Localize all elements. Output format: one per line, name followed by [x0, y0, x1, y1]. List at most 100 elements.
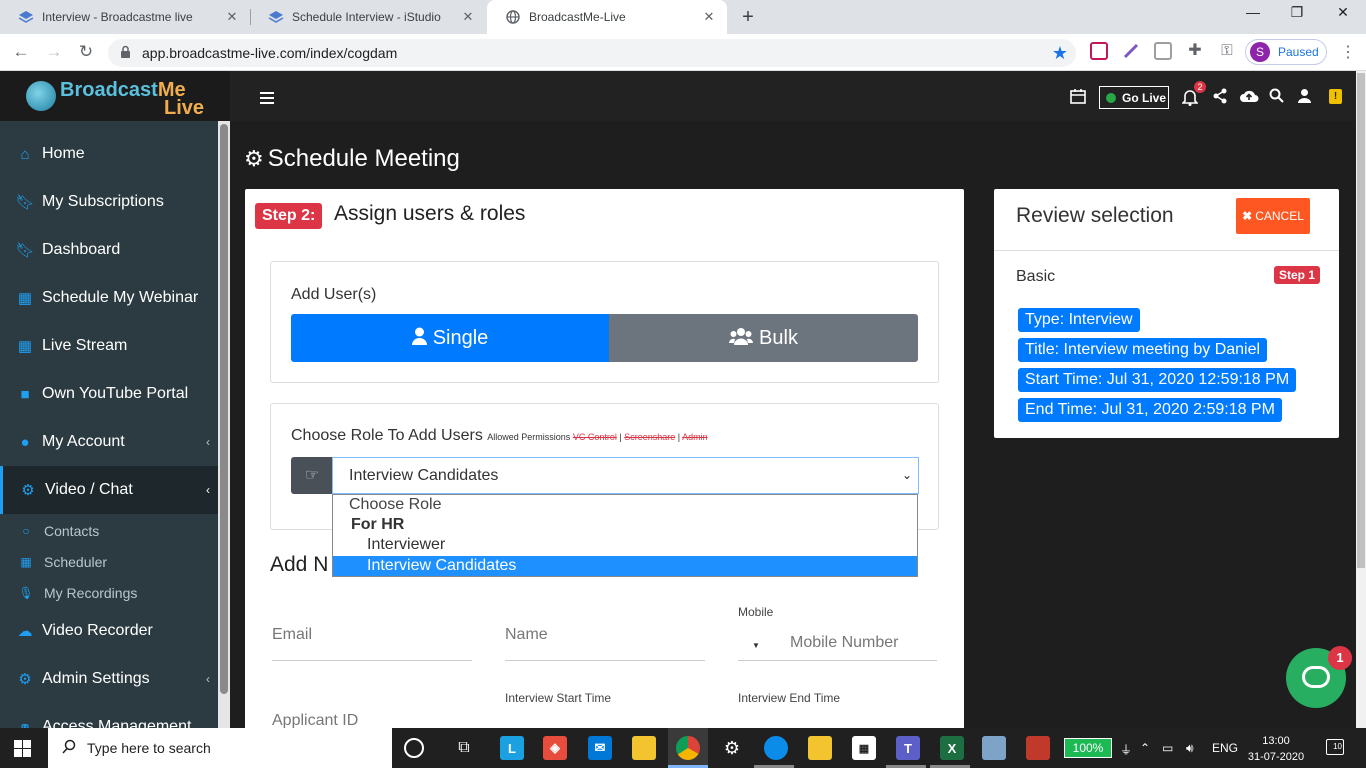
sidebar-item-own-youtube-portal[interactable]: ■ Own YouTube Portal — [0, 370, 218, 418]
browser-tab-interview[interactable]: Interview - Broadcastme live ✕ — [0, 0, 250, 34]
extension-shield-icon[interactable] — [1090, 42, 1108, 60]
taskbar-clock[interactable]: 13:00 31-07-2020 — [1246, 733, 1306, 765]
extension-pen-icon[interactable] — [1122, 42, 1140, 60]
gear-icon: ⚙ — [244, 146, 264, 171]
edge-icon[interactable] — [764, 736, 788, 760]
action-center-icon[interactable]: 10 — [1326, 739, 1344, 755]
sidebar-subitem-my-recordings[interactable]: 🎙︎ My Recordings — [0, 577, 218, 608]
bulk-users-button[interactable]: Bulk — [609, 314, 918, 362]
mail-icon[interactable]: ✉ — [588, 736, 612, 760]
forward-arrow-icon[interactable]: → — [43, 41, 65, 63]
role-select[interactable]: Interview Candidates ⌄ — [332, 457, 919, 494]
page-scrollbar-thumb[interactable] — [1357, 73, 1365, 568]
go-live-button[interactable]: Go Live — [1099, 86, 1169, 109]
email-field[interactable]: Email — [272, 626, 472, 661]
cloud-upload-icon[interactable] — [1239, 88, 1259, 109]
browser-menu-icon[interactable]: ⋮ — [1340, 42, 1356, 62]
app-logo[interactable]: BroadcastMe Live — [0, 71, 230, 121]
paint-icon[interactable] — [982, 736, 1006, 760]
battery-indicator[interactable]: 100% — [1064, 738, 1112, 758]
cortana-icon[interactable] — [404, 738, 424, 758]
role-option-placeholder[interactable]: Choose Role — [333, 495, 917, 515]
step1-badge[interactable]: Step 1 — [1274, 266, 1321, 284]
hamburger-menu-icon[interactable] — [260, 92, 274, 107]
address-bar[interactable]: app.broadcastme-live.com/index/cogdam ★ — [108, 39, 1076, 67]
browser-tab-bar: Interview - Broadcastme live ✕ Schedule … — [0, 0, 1366, 34]
sidebar-item-video-recorder[interactable]: ☁ Video Recorder — [0, 607, 218, 655]
windows-start-icon[interactable] — [14, 740, 31, 757]
minimize-icon[interactable]: — — [1238, 4, 1268, 20]
sidebar-subitem-label: Scheduler — [44, 553, 108, 570]
app-l-icon[interactable]: L — [500, 736, 524, 760]
warning-icon[interactable]: ! — [1329, 89, 1342, 104]
file-explorer-icon[interactable] — [632, 736, 656, 760]
volume-icon[interactable]: 🔊︎ — [1186, 741, 1194, 756]
teams-icon[interactable]: T — [896, 736, 920, 760]
close-icon[interactable]: ✕ — [460, 9, 476, 25]
task-view-icon[interactable]: ⧉ — [452, 736, 476, 760]
sidebar-subitem-scheduler[interactable]: ▦ Scheduler — [0, 546, 218, 577]
calendar-icon[interactable] — [1070, 88, 1086, 109]
sidebar-item-video-chat[interactable]: ⚙ Video / Chat ‹ — [0, 466, 218, 514]
name-field[interactable]: Name — [505, 626, 705, 661]
review-end-time-tag: End Time: Jul 31, 2020 2:59:18 PM — [1018, 398, 1282, 422]
tray-chevron-up-icon[interactable]: ⌃ — [1140, 741, 1150, 755]
settings-gear-icon[interactable]: ⚙ — [720, 736, 744, 760]
allowed-permissions: Allowed Permissions VC Control | Screens… — [487, 432, 707, 442]
basic-section-label: Basic — [1016, 268, 1056, 285]
excel-icon[interactable]: X — [940, 736, 964, 760]
documents-folder-icon[interactable] — [808, 736, 832, 760]
logo-text-broadcast: Broadcast — [60, 79, 158, 101]
permission-separator: | — [619, 432, 622, 442]
sidebar-item-admin-settings[interactable]: ⚙ Admin Settings ‹ — [0, 655, 218, 703]
sidebar-item-schedule-my-webinar[interactable]: ▦ Schedule My Webinar — [0, 274, 218, 322]
new-tab-icon[interactable]: + — [738, 6, 758, 29]
sidebar-scrollbar-thumb[interactable] — [220, 124, 228, 694]
taskbar-search-box[interactable]: Type here to search — [48, 728, 392, 768]
profile-button[interactable]: S Paused — [1245, 39, 1327, 65]
user-icon[interactable] — [1297, 88, 1312, 108]
permission-separator: | — [677, 432, 681, 442]
role-optgroup-for-hr: For HR — [351, 516, 405, 533]
interview-start-label: Interview Start Time — [505, 691, 612, 705]
bookmark-star-icon[interactable]: ★ — [1052, 43, 1068, 64]
extensions-puzzle-icon[interactable]: ✚ — [1186, 42, 1204, 60]
close-icon[interactable]: ✕ — [224, 9, 240, 25]
globe-icon — [505, 9, 521, 25]
browser-tab-schedule[interactable]: Schedule Interview - iStudio ✕ — [250, 0, 486, 34]
cancel-button[interactable]: ✖ CANCEL — [1236, 198, 1310, 234]
language-indicator[interactable]: ENG — [1212, 741, 1238, 755]
role-option-interviewer[interactable]: Interviewer — [333, 535, 917, 555]
microsoft-store-icon[interactable]: ▦ — [852, 736, 876, 760]
sidebar-item-home[interactable]: ⌂ Home — [0, 130, 218, 178]
share-icon[interactable] — [1212, 88, 1228, 109]
network-icon[interactable]: ▭ — [1162, 741, 1173, 755]
single-user-button[interactable]: Single — [291, 314, 609, 362]
review-type-tag: Type: Interview — [1018, 308, 1140, 332]
sidebar-item-live-stream[interactable]: ▦ Live Stream — [0, 322, 218, 370]
search-icon[interactable] — [1269, 88, 1284, 108]
anydesk-icon[interactable]: ◈ — [543, 736, 567, 760]
window-close-icon[interactable]: ✕ — [1328, 4, 1358, 21]
sidebar-subitem-label: My Recordings — [44, 584, 138, 601]
country-code-select[interactable]: ▼ — [738, 634, 790, 661]
sidebar-item-dashboard[interactable]: 🔖︎ Dashboard — [0, 226, 218, 274]
sidebar-subitem-contacts[interactable]: ○ Contacts — [0, 515, 218, 546]
chrome-icon[interactable] — [676, 736, 700, 760]
key-icon[interactable]: ⚿ — [1218, 42, 1236, 60]
maximize-icon[interactable]: ❐ — [1282, 4, 1312, 21]
extension-cast-icon[interactable] — [1154, 42, 1172, 60]
sidebar-item-my-account[interactable]: ● My Account ‹ — [0, 418, 218, 466]
reload-icon[interactable]: ↻ — [75, 41, 97, 63]
sidebar-item-my-subscriptions[interactable]: 🔖︎ My Subscriptions — [0, 178, 218, 226]
back-arrow-icon[interactable]: ← — [10, 41, 32, 63]
snipping-tool-icon[interactable] — [1026, 736, 1050, 760]
power-plug-icon[interactable]: ⏚ — [1120, 741, 1132, 758]
sidebar-item-access-management[interactable]: ⚭ Access Management — [0, 703, 218, 728]
browser-tab-broadcastme[interactable]: BroadcastMe-Live ✕ — [487, 0, 727, 34]
step-title: Assign users & roles — [334, 202, 526, 225]
role-option-interview-candidates[interactable]: Interview Candidates — [333, 556, 917, 576]
microphone-icon: 🎙︎ — [18, 585, 34, 600]
close-icon[interactable]: ✕ — [701, 9, 717, 25]
mobile-number-field[interactable]: Mobile Number — [790, 634, 937, 661]
